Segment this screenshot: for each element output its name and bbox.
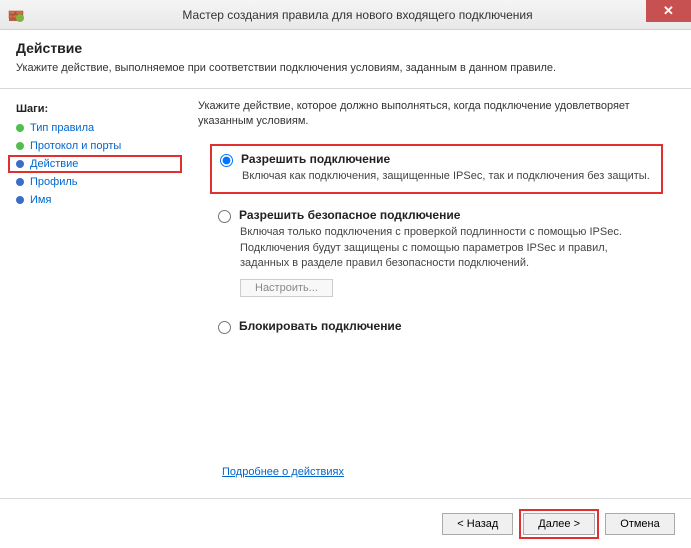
option-title[interactable]: Блокировать подключение [239,319,402,333]
header-section: Действие Укажите действие, выполняемое п… [0,30,691,89]
step-bullet-icon [16,178,24,186]
page-description: Укажите действие, выполняемое при соотве… [16,62,675,74]
option-radio-2[interactable] [218,321,231,334]
step-bullet-icon [16,142,24,150]
cancel-button[interactable]: Отмена [605,513,675,535]
option-0: Разрешить подключение Включая как подключ… [210,144,663,194]
option-radio-0[interactable] [220,154,233,167]
firewall-icon [8,7,24,23]
learn-more-link[interactable]: Подробнее о действиях [222,466,344,478]
step-bullet-icon [16,160,24,168]
step-label: Имя [30,194,51,206]
next-button[interactable]: Далее > [523,513,595,535]
close-button[interactable]: ✕ [646,0,691,22]
step-0[interactable]: Тип правила [8,119,182,137]
steps-heading: Шаги: [8,99,182,119]
footer: < Назад Далее > Отмена [0,498,691,548]
option-title[interactable]: Разрешить безопасное подключение [239,208,460,222]
step-bullet-icon [16,196,24,204]
step-label: Тип правила [30,122,94,134]
step-1[interactable]: Протокол и порты [8,137,182,155]
option-radio-1[interactable] [218,210,231,223]
page-title: Действие [16,40,675,56]
option-desc: Включая только подключения с проверкой п… [240,225,655,271]
step-label: Профиль [30,176,78,188]
step-label: Протокол и порты [30,140,121,152]
option-2: Блокировать подключение [210,313,663,342]
instruction-text: Укажите действие, которое должно выполня… [198,99,663,130]
back-button[interactable]: < Назад [442,513,513,535]
window-title: Мастер создания правила для нового входя… [24,8,691,22]
configure-button: Настроить... [240,279,333,297]
titlebar: Мастер создания правила для нового входя… [0,0,691,30]
option-title[interactable]: Разрешить подключение [241,152,390,166]
step-bullet-icon [16,124,24,132]
step-4[interactable]: Имя [8,191,182,209]
step-3[interactable]: Профиль [8,173,182,191]
option-1: Разрешить безопасное подключение Включая … [210,202,663,305]
option-desc: Включая как подключения, защищенные IPSe… [242,169,653,184]
steps-sidebar: Шаги: Тип правила Протокол и порты Действи… [0,89,190,497]
step-2[interactable]: Действие [8,155,182,173]
main-panel: Укажите действие, которое должно выполня… [190,89,691,497]
step-label: Действие [30,158,78,170]
next-button-highlight: Далее > [519,509,599,539]
